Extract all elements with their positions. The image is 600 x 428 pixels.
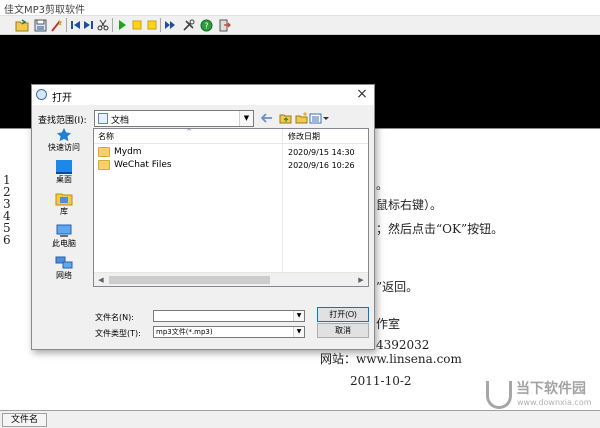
exit-icon[interactable] [216, 17, 232, 33]
save-file-icon[interactable] [32, 17, 48, 33]
star-icon [57, 128, 71, 142]
scissors-icon[interactable] [95, 17, 111, 33]
dialog-app-icon [36, 89, 47, 100]
help-icon[interactable]: ? [198, 17, 214, 33]
computer-icon [56, 224, 72, 237]
file-name: WeChat Files [114, 160, 172, 170]
release-date: 2011-10-2 [350, 374, 412, 388]
chevron-down-icon[interactable]: ▼ [293, 327, 304, 337]
instruction-number: 6 [3, 233, 11, 247]
app-titlebar: 佳文MP3剪取软件 [0, 0, 600, 16]
place-label: 快速访问 [48, 143, 80, 152]
look-in-dropdown[interactable]: 文档 ▼ [94, 110, 254, 127]
file-name: Mydm [114, 147, 142, 157]
cancel-button[interactable]: 取消 [317, 323, 369, 338]
watermark-url: www.downxia.com [517, 398, 592, 407]
instruction-line: 。 [376, 178, 389, 192]
svg-text:?: ? [204, 21, 208, 30]
dialog-titlebar[interactable]: 打开 × [32, 85, 374, 105]
folder-icon [98, 160, 110, 170]
desktop-icon [56, 160, 72, 174]
horizontal-scrollbar[interactable]: ◀ ▶ [94, 272, 368, 286]
tools-icon[interactable] [180, 17, 196, 33]
place-this-pc[interactable]: 此电脑 [37, 222, 91, 252]
mark-start-icon[interactable] [129, 17, 145, 33]
filetype-value: mp3文件(*.mp3) [156, 328, 213, 336]
watermark-logo-icon [486, 381, 512, 409]
sort-ascending-icon: ^ [186, 128, 192, 136]
toolbar-separator [160, 18, 161, 32]
new-folder-icon[interactable] [294, 110, 308, 126]
author-studio: 作室 [376, 317, 401, 331]
places-bar: 快速访问 桌面 库 此电脑 网络 [37, 126, 91, 284]
instruction-line: 鼠标右键）。 [376, 198, 443, 212]
fast-forward-icon[interactable] [162, 17, 178, 33]
open-file-dialog: 打开 × 查找范围(I): 文档 ▼ 快速访问 桌面 库 此电脑 网络 名称 ^… [31, 84, 375, 350]
status-filename-label: 文件名 [2, 413, 48, 427]
instruction-line: ”返回。 [376, 280, 419, 294]
mark-end-icon[interactable] [144, 17, 160, 33]
network-icon [55, 256, 73, 269]
place-network[interactable]: 网络 [37, 254, 91, 284]
view-menu-icon[interactable] [309, 110, 329, 126]
place-desktop[interactable]: 桌面 [37, 158, 91, 188]
scroll-thumb[interactable] [109, 276, 270, 284]
place-label: 库 [60, 207, 68, 216]
filename-input[interactable]: ▼ [153, 310, 305, 322]
cut-magic-icon[interactable] [48, 17, 64, 33]
play-icon[interactable] [114, 17, 130, 33]
open-button[interactable]: 打开(O) [317, 307, 369, 322]
instruction-line: ；然后点击“OK”按钮。 [376, 222, 504, 236]
scroll-left-icon[interactable]: ◀ [94, 273, 108, 287]
place-label: 此电脑 [52, 239, 76, 248]
look-in-value: 文档 [111, 116, 130, 126]
file-list[interactable]: 名称 ^ 修改日期 Mydm 2020/9/15 14:30 WeChat Fi… [93, 128, 369, 287]
chevron-down-icon[interactable]: ▼ [239, 111, 253, 126]
filename-label: 文件名(N): [95, 313, 134, 322]
chevron-down-icon[interactable]: ▼ [293, 311, 304, 321]
app-title: 佳文MP3剪取软件 [4, 5, 86, 16]
file-date: 2020/9/16 10:26 [288, 161, 355, 170]
open-file-icon[interactable] [14, 17, 30, 33]
scroll-right-icon[interactable]: ▶ [354, 273, 368, 287]
documents-icon [98, 113, 108, 124]
up-folder-icon[interactable] [278, 110, 292, 126]
column-header-name[interactable]: 名称 [98, 131, 114, 142]
toolbar-separator [66, 18, 67, 32]
place-label: 桌面 [56, 175, 72, 184]
place-library[interactable]: 库 [37, 190, 91, 220]
watermark-title: 当下软件园 [516, 381, 586, 397]
place-quick-access[interactable]: 快速访问 [37, 126, 91, 156]
file-date: 2020/9/15 14:30 [288, 148, 355, 157]
back-arrow-icon[interactable] [260, 110, 274, 126]
filetype-label: 文件类型(T): [95, 329, 141, 338]
file-row[interactable]: WeChat Files 2020/9/16 10:26 [94, 159, 368, 172]
look-in-label: 查找范围(I): [38, 116, 87, 126]
filetype-dropdown[interactable]: mp3文件(*.mp3) ▼ [153, 326, 305, 338]
folder-icon [98, 147, 110, 157]
watermark: 当下软件园 www.downxia.com [486, 378, 594, 414]
column-header-date[interactable]: 修改日期 [288, 131, 320, 142]
file-list-header: 名称 ^ 修改日期 [94, 128, 368, 144]
close-icon[interactable]: × [353, 86, 371, 103]
file-row[interactable]: Mydm 2020/9/15 14:30 [94, 146, 368, 159]
main-toolbar: ? [0, 16, 600, 35]
author-website: 网站：www.linsena.com [320, 352, 462, 366]
toolbar-separator [112, 18, 113, 32]
dialog-title: 打开 [52, 93, 72, 104]
skip-end-icon[interactable] [80, 17, 96, 33]
place-label: 网络 [56, 271, 72, 280]
library-icon [55, 193, 73, 206]
